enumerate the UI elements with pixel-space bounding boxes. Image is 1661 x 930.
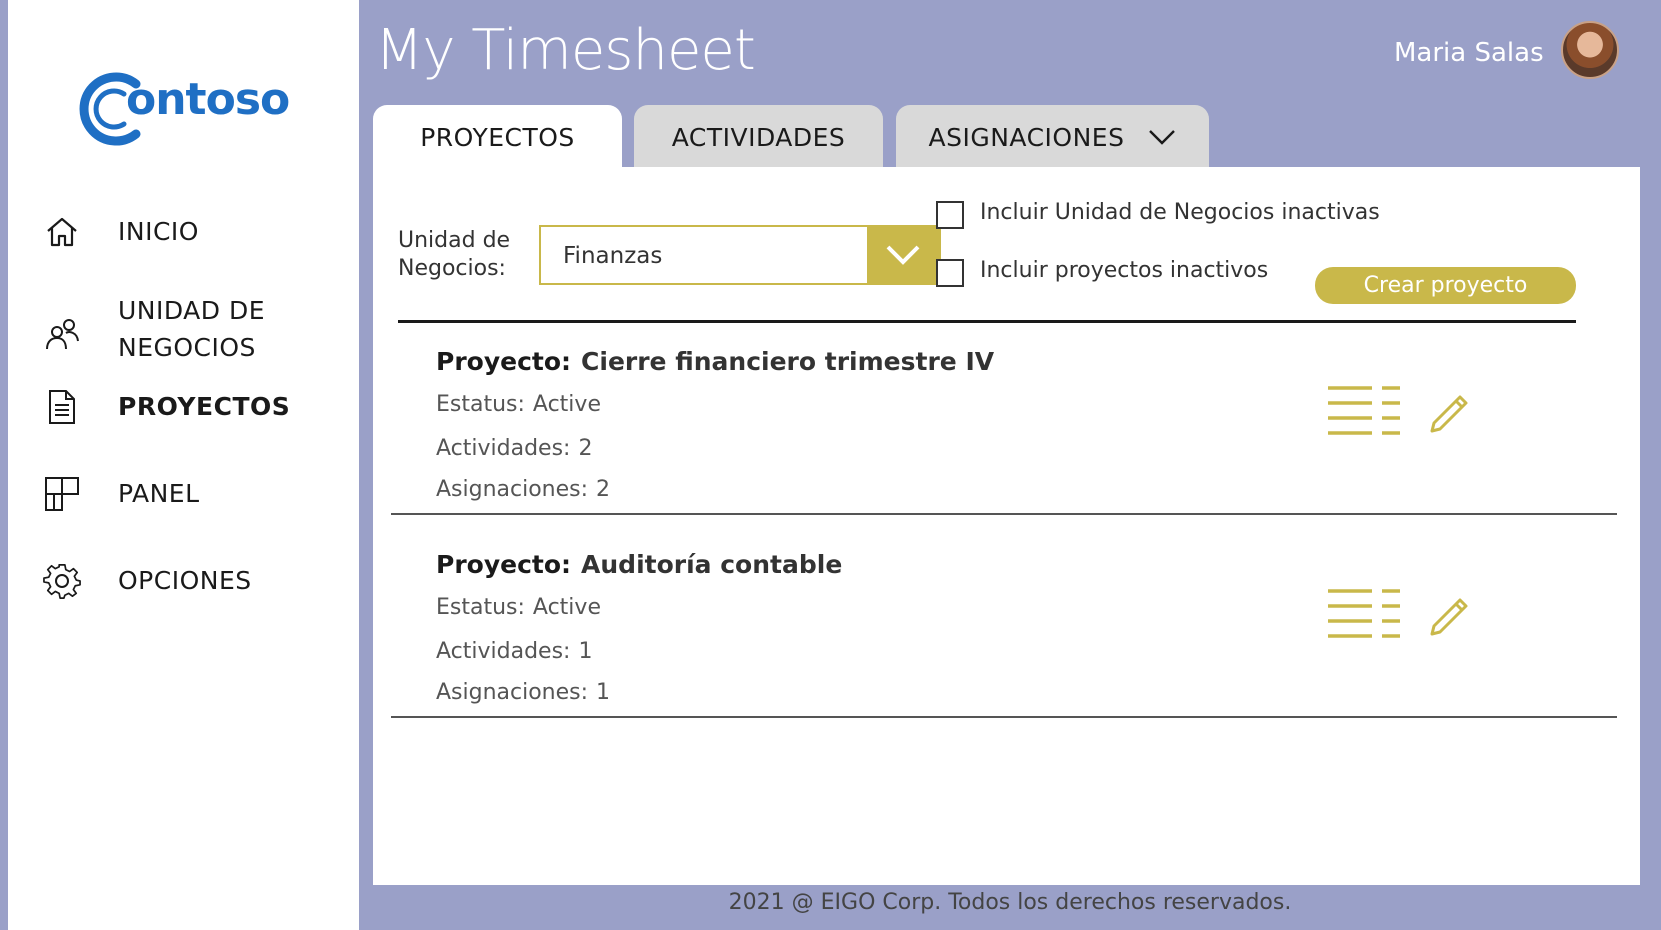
sidebar-item-label: PROYECTOS bbox=[118, 392, 291, 421]
grid-icon bbox=[42, 474, 82, 514]
tab-label: PROYECTOS bbox=[420, 122, 575, 152]
projects-panel: Unidad de Negocios: Finanzas Incluir Uni… bbox=[373, 167, 1640, 885]
details-list-icon[interactable] bbox=[1326, 588, 1402, 644]
include-inactive-projects-checkbox[interactable] bbox=[936, 259, 964, 287]
tab-proyectos[interactable]: PROYECTOS bbox=[373, 105, 622, 169]
row-separator bbox=[391, 513, 1617, 515]
tab-actividades[interactable]: ACTIVIDADES bbox=[634, 105, 883, 169]
project-title: Proyecto: Cierre financiero trimestre IV bbox=[436, 347, 995, 376]
window-edge bbox=[0, 0, 8, 930]
project-name: Auditoría contable bbox=[581, 550, 843, 579]
contoso-logo: ontoso bbox=[74, 66, 314, 156]
create-project-button[interactable]: Crear proyecto bbox=[1315, 267, 1576, 304]
gear-icon bbox=[42, 561, 82, 601]
include-inactive-projects-label: Incluir proyectos inactivos bbox=[980, 258, 1269, 283]
project-activities: Actividades: 1 bbox=[436, 639, 593, 664]
user-name[interactable]: Maria Salas bbox=[1394, 38, 1544, 68]
project-activities: Actividades: 2 bbox=[436, 436, 593, 461]
sidebar-item-label: UNIDAD DE NEGOCIOS bbox=[118, 296, 266, 362]
business-unit-label: Unidad de Negocios: bbox=[398, 228, 511, 281]
logo-text: ontoso bbox=[126, 74, 290, 125]
app-title: My Timesheet bbox=[375, 18, 756, 83]
sidebar-item-panel[interactable]: PANEL bbox=[8, 472, 359, 516]
project-name: Cierre financiero trimestre IV bbox=[581, 347, 995, 376]
header-divider bbox=[398, 320, 1576, 323]
project-assignments: Asignaciones: 1 bbox=[436, 680, 611, 705]
users-icon bbox=[42, 314, 82, 354]
tab-asignaciones[interactable]: ASIGNACIONES bbox=[896, 105, 1209, 169]
avatar[interactable] bbox=[1561, 21, 1619, 79]
include-inactive-units-checkbox[interactable] bbox=[936, 201, 964, 229]
project-status: Estatus: Active bbox=[436, 392, 601, 417]
chevron-down-icon[interactable] bbox=[1148, 129, 1176, 145]
tab-label: ACTIVIDADES bbox=[671, 122, 846, 152]
business-unit-dropdown[interactable]: Finanzas bbox=[539, 225, 941, 285]
project-item: Proyecto: Cierre financiero trimestre IV … bbox=[391, 347, 1617, 517]
details-list-icon[interactable] bbox=[1326, 385, 1402, 441]
sidebar-item-proyectos[interactable]: PROYECTOS bbox=[8, 385, 359, 429]
main-area: My Timesheet Maria Salas PROYECTOS ACTIV… bbox=[359, 0, 1661, 930]
edit-pencil-icon[interactable] bbox=[1426, 594, 1472, 640]
project-title: Proyecto: Auditoría contable bbox=[436, 550, 843, 579]
sidebar-item-unidad-negocios[interactable]: UNIDAD DE NEGOCIOS bbox=[8, 292, 359, 372]
sidebar-item-label: INICIO bbox=[118, 217, 199, 246]
edit-pencil-icon[interactable] bbox=[1426, 391, 1472, 437]
project-item: Proyecto: Auditoría contable Estatus: Acti… bbox=[391, 550, 1617, 720]
sidebar-item-opciones[interactable]: OPCIONES bbox=[8, 559, 359, 603]
sidebar-item-label: OPCIONES bbox=[118, 566, 252, 595]
sidebar: ontoso INICIO UNIDAD DE NEGOCIOS PROYECT… bbox=[8, 0, 359, 930]
row-separator bbox=[391, 716, 1617, 718]
business-unit-value: Finanzas bbox=[563, 243, 663, 269]
dropdown-button[interactable] bbox=[867, 227, 939, 283]
document-icon bbox=[42, 387, 82, 427]
tab-label: ASIGNACIONES bbox=[928, 122, 1125, 152]
home-icon bbox=[42, 212, 82, 252]
sidebar-item-inicio[interactable]: INICIO bbox=[8, 210, 359, 254]
sidebar-item-label: PANEL bbox=[118, 479, 200, 508]
project-assignments: Asignaciones: 2 bbox=[436, 477, 611, 502]
project-status: Estatus: Active bbox=[436, 595, 601, 620]
include-inactive-units-label: Incluir Unidad de Negocios inactivas bbox=[980, 200, 1380, 225]
chevron-down-icon bbox=[886, 245, 920, 265]
footer-copyright: 2021 @ EIGO Corp. Todos los derechos res… bbox=[728, 890, 1292, 915]
